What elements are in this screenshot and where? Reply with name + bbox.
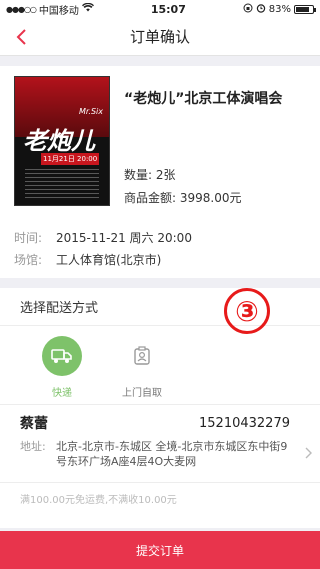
poster-date: 11月21日 20:00 [41, 153, 100, 165]
poster-fine-print [25, 169, 99, 199]
event-venue-row: 场馆: 工人体育馆(北京市) [14, 248, 306, 270]
address-body: 地址: 北京-北京市-东城区 全境-北京市东城区东中街9号东环广场A座4层4O大… [20, 439, 300, 469]
back-button[interactable] [8, 24, 34, 50]
chevron-right-icon [305, 447, 312, 459]
signal-icon: ●●●○○ [6, 4, 37, 14]
shipping-fee-note: 满100.00元免运费,不满收10.00元 [0, 482, 320, 514]
status-bar: ●●●○○ 中国移动 15:07 83% [0, 0, 320, 18]
venue-value: 工人体育馆(北京市) [56, 252, 162, 267]
event-card: Mr.Six 老炮儿 11月21日 20:00 “老炮儿”北京工体演唱会 数量:… [0, 66, 320, 278]
page-title: 订单确认 [129, 28, 190, 46]
pickup-store-icon [122, 336, 162, 376]
delivery-option-label: 上门自取 [122, 388, 162, 399]
delivery-option-pickup[interactable]: 上门自取 [114, 336, 170, 404]
recipient-name: 蔡蕾 [20, 416, 48, 432]
wifi-icon [81, 2, 94, 15]
nav-bar: 订单确认 [0, 18, 320, 56]
recipient-phone: 15210432279 [199, 415, 290, 431]
order-amount: 商品金额: 3998.00元 [124, 191, 242, 205]
status-right: 83% [243, 3, 316, 16]
event-meta: 时间: 2015-11-21 周六 20:00 场馆: 工人体育馆(北京市) [14, 226, 306, 270]
time-value: 2015-11-21 周六 20:00 [56, 230, 192, 245]
delivery-card: 选择配送方式 ③ 快递 上门自取 蔡蕾 15210432279 地址: 北京-北… [0, 288, 320, 528]
ticket-quantity: 数量: 2张 [124, 168, 176, 182]
address-label: 地址: [20, 440, 46, 453]
event-info: “老炮儿”北京工体演唱会 数量: 2张 商品金额: 3998.00元 [124, 76, 306, 206]
event-summary: Mr.Six 老炮儿 11月21日 20:00 “老炮儿”北京工体演唱会 数量:… [14, 76, 306, 206]
address-row[interactable]: 蔡蕾 15210432279 地址: 北京-北京市-东城区 全境-北京市东城区东… [0, 404, 320, 482]
poster-brand: Mr.Six [78, 107, 103, 116]
battery-percent: 83% [268, 3, 291, 15]
poster-title: 老炮儿 [23, 126, 95, 155]
event-poster: Mr.Six 老炮儿 11月21日 20:00 [14, 76, 110, 206]
time-label: 时间: [14, 230, 43, 245]
submit-order-button[interactable]: 提交订单 [0, 531, 320, 569]
battery-icon [294, 4, 316, 14]
chevron-left-icon [16, 29, 26, 45]
delivery-truck-icon [42, 336, 82, 376]
carrier-label: 中国移动 [38, 5, 79, 17]
battery-fill [296, 6, 310, 12]
rotation-lock-icon [243, 3, 253, 16]
event-time-row: 时间: 2015-11-21 周六 20:00 [14, 226, 306, 248]
clock: 15:07 [150, 2, 186, 16]
delivery-options: 快递 上门自取 [0, 326, 320, 404]
delivery-option-label: 快递 [52, 388, 72, 399]
alarm-icon [256, 3, 266, 16]
venue-label: 场馆: [14, 252, 43, 267]
event-name: “老炮儿”北京工体演唱会 [124, 91, 283, 107]
step-badge: ③ [224, 288, 270, 334]
address-text: 北京-北京市-东城区 全境-北京市东城区东中街9号东环广场A座4层4O大麦网 [56, 440, 288, 468]
status-left: ●●●○○ 中国移动 [6, 2, 94, 17]
delivery-section-title: 选择配送方式 [0, 288, 320, 326]
address-header: 蔡蕾 15210432279 [20, 413, 300, 433]
delivery-option-express[interactable]: 快递 [34, 336, 90, 404]
